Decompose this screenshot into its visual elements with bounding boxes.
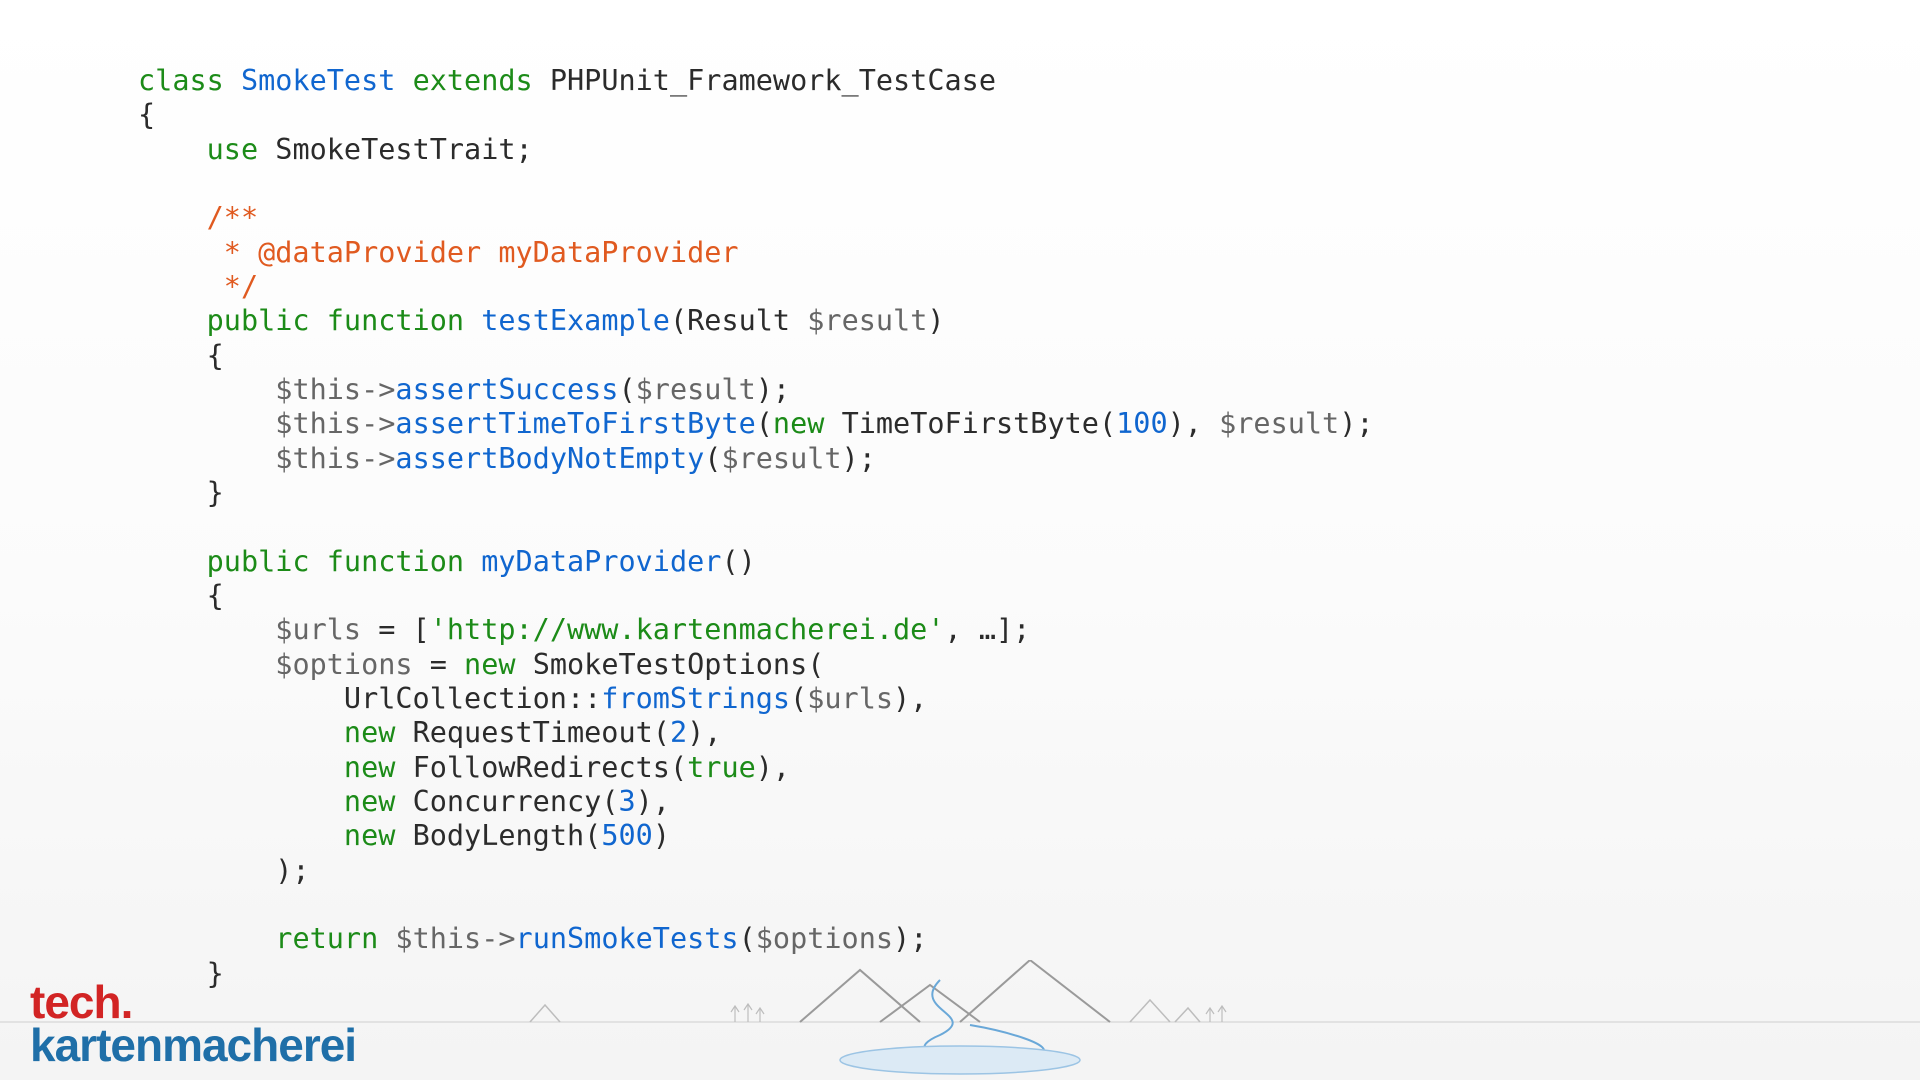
concurrency-class: Concurrency [413, 785, 602, 818]
ellipsis: … [979, 613, 996, 646]
arg-result: $result [636, 373, 756, 406]
url-collection-class: UrlCollection [344, 682, 567, 715]
kw-return: return [275, 922, 378, 955]
arg-options: $options [756, 922, 893, 955]
url-literal: 'http://www.kartenmacherei.de' [430, 613, 945, 646]
base-class: PHPUnit_Framework_TestCase [550, 64, 996, 97]
param-type: Result [687, 304, 790, 337]
kw-public: public [207, 304, 310, 337]
from-strings: fromStrings [601, 682, 790, 715]
concurrency-value: 3 [618, 785, 635, 818]
kw-use: use [207, 133, 258, 166]
urls-var: $urls [275, 613, 361, 646]
call-assertTTFB: assertTimeToFirstByte [395, 407, 755, 440]
method-testExample: testExample [481, 304, 670, 337]
docblock-line: * @dataProvider myDataProvider [207, 236, 739, 269]
arg-result: $result [1219, 407, 1339, 440]
kw-class: class [138, 64, 224, 97]
body-length-class: BodyLength [413, 819, 585, 852]
ttfb-class: TimeToFirstByte [842, 407, 1099, 440]
brace-open: { [138, 98, 155, 131]
kw-new: new [344, 785, 395, 818]
code-block: class SmokeTest extends PHPUnit_Framewor… [138, 64, 1374, 991]
kw-new: new [344, 819, 395, 852]
follow-redirects-class: FollowRedirects [413, 751, 670, 784]
kw-function: function [327, 545, 464, 578]
method-myDataProvider: myDataProvider [481, 545, 721, 578]
this-var: $this [275, 373, 361, 406]
kw-new: new [464, 648, 515, 681]
body-length-value: 500 [601, 819, 652, 852]
kw-new: new [773, 407, 824, 440]
docblock-open: /** [207, 201, 258, 234]
true-literal: true [687, 751, 756, 784]
arg-urls: $urls [807, 682, 893, 715]
kw-new: new [344, 751, 395, 784]
this-var: $this [275, 442, 361, 475]
logo-line1: tech. [30, 981, 356, 1023]
call-assertSuccess: assertSuccess [395, 373, 618, 406]
request-timeout-value: 2 [670, 716, 687, 749]
this-var: $this [275, 407, 361, 440]
kw-new: new [344, 716, 395, 749]
options-var: $options [275, 648, 412, 681]
docblock-close: */ [207, 270, 258, 303]
logo: tech. kartenmacherei [30, 981, 356, 1066]
kw-public: public [207, 545, 310, 578]
param-var: $result [807, 304, 927, 337]
arg-result: $result [721, 442, 841, 475]
request-timeout-class: RequestTimeout [413, 716, 653, 749]
smoke-options-class: SmokeTestOptions [533, 648, 808, 681]
trait-name: SmokeTestTrait [275, 133, 515, 166]
kw-extends: extends [413, 64, 533, 97]
call-runSmokeTests: runSmokeTests [516, 922, 739, 955]
this-var: $this [395, 922, 481, 955]
logo-line2: kartenmacherei [30, 1024, 356, 1066]
kw-function: function [327, 304, 464, 337]
class-name: SmokeTest [241, 64, 395, 97]
ttfb-value: 100 [1116, 407, 1167, 440]
call-assertBody: assertBodyNotEmpty [395, 442, 704, 475]
